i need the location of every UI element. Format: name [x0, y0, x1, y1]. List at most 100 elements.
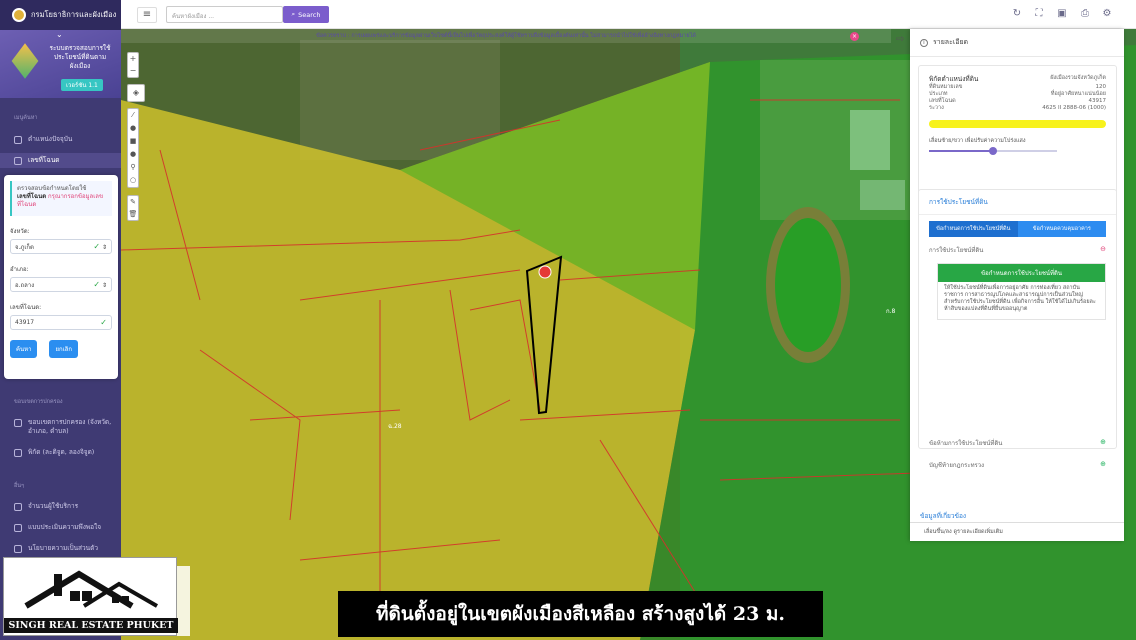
opacity-slider-label: เลื่อนซ้าย/ขวา เพื่อปรับค่าความโปร่งแสง	[929, 138, 1026, 144]
sidebar-item-user-stats[interactable]: จำนวนผู้ใช้บริการ	[14, 502, 118, 511]
brand-name: กรมโยธาธิการและผังเมือง	[31, 10, 117, 19]
slider-fill	[929, 150, 993, 152]
check-icon: ✓	[93, 242, 101, 251]
info-row: ประเภท ที่อยู่อาศัยหนาแน่นน้อย	[929, 91, 1106, 97]
sidebar-item-label: ตำแหน่งปัจจุบัน	[28, 135, 73, 143]
panel-header: i รายละเอียด	[910, 29, 1124, 57]
users-icon	[14, 503, 22, 511]
province-label: จังหวัด:	[10, 228, 30, 235]
check-icon: ✓	[100, 318, 107, 327]
edit-toolbar[interactable]: ✎ 🗑	[127, 195, 139, 221]
location-card: พิกัดตำแหน่งที่ดิน ผังเมืองรวมจังหวัดภูเ…	[918, 65, 1117, 203]
camera-icon[interactable]: ▣	[1056, 8, 1068, 20]
gear-icon[interactable]: ⚙	[1101, 8, 1113, 20]
department-logo-icon	[12, 8, 26, 22]
parcel-search-card: ตรวจสอบข้อกำหนดโดยใช้ เลขที่โฉนด กรุณากร…	[4, 175, 118, 379]
chevron-down-icon[interactable]: ⌄	[56, 30, 63, 39]
cancel-button[interactable]: ยกเลิก	[49, 340, 78, 358]
accordion-label: บัญชีท้ายกฎกระทรวง	[929, 462, 985, 469]
info-row: ที่ดินหมายเลข 120	[929, 84, 1106, 90]
hamburger-menu-icon[interactable]: ≡	[137, 7, 157, 23]
draw-toolbar[interactable]: ⁄ ● ■ ● ⚲ ○	[127, 108, 139, 188]
search-input[interactable]: ค้นหาผังเมือง ...	[166, 6, 283, 23]
sidebar-item-label: จำนวนผู้ใช้บริการ	[28, 502, 79, 510]
collapse-icon[interactable]: ⊖	[1100, 245, 1106, 255]
refresh-icon[interactable]: ↻	[1011, 8, 1023, 20]
panel-title: รายละเอียด	[933, 38, 969, 46]
sidebar-item-satisfaction[interactable]: แบบประเมินความพึงพอใจ	[14, 523, 118, 532]
district-select[interactable]: อ.ถลาง ✓ ⇕	[10, 277, 112, 292]
zone-color-bar	[929, 120, 1106, 128]
landuse-tabs: ข้อกำหนดการใช้ประโยชน์ที่ดิน ข้อกำหนดควบ…	[929, 221, 1106, 237]
sidebar-item-privacy[interactable]: นโยบายความเป็นส่วนตัว	[14, 544, 118, 553]
app-banner: ⌄ ระบบตรวจสอบการใช้ประโยชน์ที่ดินตามผังเ…	[0, 30, 121, 98]
sidebar-item-label: ขอบเขตการปกครอง (จังหวัด, อำเภอ, ตำบล)	[28, 418, 112, 435]
fullscreen-icon[interactable]: ⛶	[1033, 8, 1045, 20]
province-select[interactable]: จ.ภูเก็ต ✓ ⇕	[10, 239, 112, 254]
parcel-label: เลขที่โฉนด:	[10, 304, 42, 311]
panel-toggle-icon[interactable]: ⇨	[896, 34, 904, 45]
disclaimer-bar: ข้อควรทราบ : การเผยแพร่และบริการข้อมูลผ่…	[121, 29, 891, 43]
info-row: ระวาง 4625 II 2888-06 (1000)	[929, 105, 1106, 111]
updown-icon: ⇕	[101, 282, 107, 289]
sidebar-item-label: นโยบายความเป็นส่วนตัว	[28, 544, 98, 552]
zone-label: ก.8	[886, 308, 896, 315]
top-search-button[interactable]: ⌕ Search	[283, 6, 329, 23]
related-header: ข้อมูลที่เกี่ยวข้อง	[920, 512, 967, 520]
app-logo-icon	[11, 43, 39, 79]
video-caption: ที่ดินตั้งอยู่ในเขตผังเมืองสีเหลือง สร้า…	[338, 591, 823, 637]
search-button-label: Search	[298, 10, 321, 19]
close-icon[interactable]: ×	[850, 32, 859, 41]
house-logo-icon	[24, 570, 159, 609]
search-button[interactable]: ค้นหา	[10, 340, 38, 358]
shield-icon	[14, 545, 22, 553]
zoom-control[interactable]: + −	[127, 52, 139, 78]
print-icon[interactable]: ⎙	[1079, 8, 1091, 20]
parcel-input[interactable]: 43917 ✓	[10, 315, 112, 330]
zone-label: ฉ.28	[388, 423, 402, 430]
section-label-boundary: ขอบเขตการปกครอง	[14, 399, 63, 405]
accordion-forbidden[interactable]: ข้อห้ามการใช้ประโยชน์ที่ดิน ⊕	[929, 438, 1106, 448]
tab-landuse[interactable]: ข้อกำหนดการใช้ประโยชน์ที่ดิน	[929, 221, 1018, 237]
opacity-slider[interactable]	[929, 147, 1057, 155]
expand-icon[interactable]: ⊕	[1100, 460, 1106, 470]
accordion-landuse[interactable]: การใช้ประโยชน์ที่ดิน ⊖	[929, 245, 1106, 255]
landuse-card: การใช้ประโยชน์ที่ดิน ข้อกำหนดการใช้ประโย…	[918, 189, 1117, 469]
location-icon	[14, 136, 22, 144]
pin-icon	[14, 449, 22, 457]
sidebar-item-coordinates[interactable]: พิกัด (ละติจูด, ลองจิจูด)	[14, 448, 118, 457]
sidebar-item-current-location[interactable]: ตำแหน่งปัจจุบัน	[14, 135, 118, 144]
document-icon	[14, 157, 22, 165]
brand-header[interactable]: กรมโยธาธิการและผังเมือง	[0, 0, 121, 30]
layers-icon[interactable]: ◈	[127, 84, 145, 102]
accordion-label: การใช้ประโยชน์ที่ดิน	[929, 247, 984, 254]
app-title: ระบบตรวจสอบการใช้ประโยชน์ที่ดินตามผังเมื…	[49, 44, 111, 70]
note-bold: เลขที่โฉนด	[17, 193, 47, 200]
district-label: อำเภอ:	[10, 266, 29, 273]
district-value: อ.ถลาง	[15, 281, 35, 289]
info-row: เลขที่โฉนด 43917	[929, 98, 1106, 104]
sidebar-item-label: แบบประเมินความพึงพอใจ	[28, 523, 102, 531]
expand-icon[interactable]: ⊕	[1100, 438, 1106, 448]
sidebar-item-admin-boundary[interactable]: ขอบเขตการปกครอง (จังหวัด, อำเภอ, ตำบล)	[14, 418, 118, 436]
landuse-rule-box: ข้อกำหนดการใช้ประโยชน์ที่ดิน ให้ใช้ประโย…	[937, 263, 1106, 320]
details-panel: i รายละเอียด พิกัดตำแหน่งที่ดิน ผังเมือง…	[910, 29, 1124, 541]
coord-plan: ผังเมืองรวมจังหวัดภูเก็ต	[1050, 75, 1106, 81]
info-icon: i	[920, 38, 928, 47]
search-icon: ⌕	[291, 10, 296, 18]
scale-bar	[176, 566, 190, 636]
tab-building[interactable]: ข้อกำหนดควบคุมอาคาร	[1017, 221, 1106, 237]
accordion-law[interactable]: บัญชีท้ายกฎกระทรวง ⊕	[929, 460, 1106, 470]
coord-title: พิกัดตำแหน่งที่ดิน	[929, 75, 979, 83]
section-label-search: เมนูค้นหา	[14, 115, 38, 121]
sidebar-item-label: เลขที่โฉนด	[28, 156, 60, 164]
logo-name: SINGH REAL ESTATE PHUKET	[4, 618, 178, 633]
slider-thumb[interactable]	[989, 147, 997, 155]
panel-footer-hint: เลื่อนขึ้น/ลง ดูรายละเอียดเพิ่มเติม	[910, 522, 1124, 539]
sidebar-item-parcel-number[interactable]: เลขที่โฉนด	[14, 156, 118, 165]
survey-icon	[14, 524, 22, 532]
boundary-icon	[14, 419, 22, 427]
updown-icon: ⇕	[101, 244, 107, 251]
top-bar: ≡ ค้นหาผังเมือง ... ⌕ Search ↻ ⛶ ▣ ⎙ ⚙	[121, 0, 1136, 29]
search-note: ตรวจสอบข้อกำหนดโดยใช้ เลขที่โฉนด กรุณากร…	[10, 181, 112, 216]
